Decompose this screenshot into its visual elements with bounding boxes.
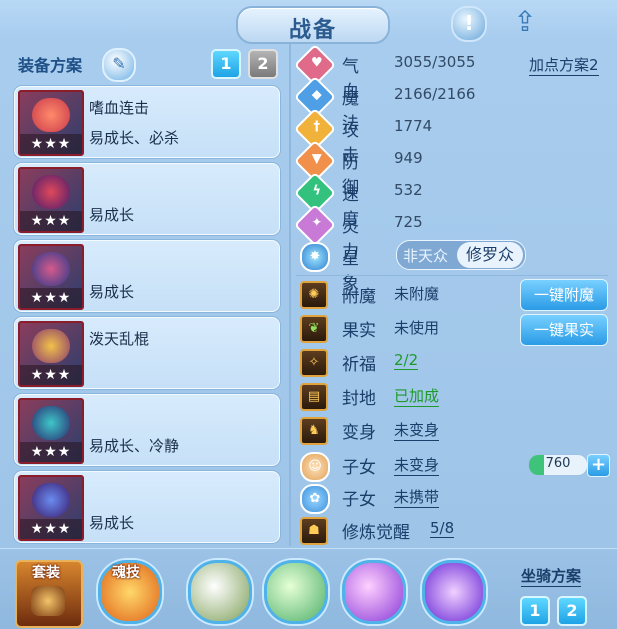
transform-icon: ♞ (300, 417, 328, 445)
equipment-card-4[interactable]: ★★★ 泼天乱棍 (14, 317, 280, 389)
stat-value: 3055/3055 (394, 53, 476, 71)
option-feitian[interactable]: 非天众 (403, 245, 448, 266)
child-icon: ☺ (300, 452, 330, 482)
skill-slot-3-icon[interactable] (342, 560, 406, 624)
exclamation-icon[interactable]: ! (451, 6, 487, 42)
mount-scheme-label[interactable]: 坐骑方案 (521, 565, 582, 587)
equipment-thumb: ★★★ (18, 244, 84, 310)
equipment-scheme-2-button[interactable]: 2 (248, 49, 278, 79)
fruit-icon: ❦ (300, 315, 328, 343)
skill-slot-4-icon[interactable] (422, 560, 486, 624)
feature-label: 祈福 (342, 355, 376, 375)
necklace-art-icon (32, 329, 70, 363)
equipment-thumb: ★★★ (18, 90, 84, 156)
soul-skill-label: 魂技 (112, 565, 140, 581)
equipment-thumb: ★★★ (18, 475, 84, 541)
column-divider (289, 44, 291, 546)
equipment-card-1[interactable]: ★★★ 嗜血连击 易成长、必杀 (14, 86, 280, 158)
enchant-icon: ✺ (300, 281, 328, 309)
option-xiuluo[interactable]: 修罗众 (457, 242, 523, 268)
counter-value: 760 (545, 456, 571, 471)
page-title: 战备 (288, 18, 337, 43)
feature-value[interactable]: 2/2 (394, 351, 419, 370)
battle-prep-panel: 战备 ! ⇪ 装备方案 ✎ 1 2 ★★★ 嗜血连击 易成长、必杀 ★★★ 易成… (0, 0, 617, 629)
feature-label: 封地 (342, 389, 376, 409)
suit-label: 套装 (32, 565, 60, 581)
stat-value: 532 (394, 181, 423, 199)
star-rating: ★★★ (20, 365, 82, 385)
equipment-thumb: ★★★ (18, 398, 84, 464)
star-rating: ★★★ (20, 288, 82, 308)
mount-scheme-2-button[interactable]: 2 (557, 596, 587, 626)
feature-value[interactable]: 未变身 (394, 454, 440, 476)
equipment-thumb: ★★★ (18, 167, 84, 233)
cultivation-icon: ☗ (300, 517, 328, 545)
feature-value[interactable]: 未变身 (394, 419, 440, 441)
fief-icon: ▤ (300, 383, 328, 411)
add-button[interactable]: + (587, 454, 610, 477)
star-rating: ★★★ (20, 211, 82, 231)
skill-slot-1-icon[interactable] (188, 560, 252, 624)
equipment-traits: 易成长、冷静 (89, 437, 180, 455)
one-click-fruit-button[interactable]: 一键果实 (520, 314, 608, 346)
feature-value[interactable]: 已加成 (394, 385, 440, 407)
feature-label: 附魔 (342, 287, 376, 307)
spirit-icon: ✦ (293, 203, 337, 247)
feature-label: 果实 (342, 321, 376, 341)
skill-slot-2-icon[interactable] (264, 560, 328, 624)
feature-value: 未附魔 (394, 285, 440, 303)
blessing-icon: ✧ (300, 349, 328, 377)
star-rating: ★★★ (20, 519, 82, 539)
skill-name: 嗜血连击 (89, 99, 150, 117)
feature-label: 修炼觉醒 (342, 523, 410, 543)
points-scheme-link[interactable]: 加点方案2 (529, 54, 599, 76)
mount-scheme-1-button[interactable]: 1 (520, 596, 550, 626)
equipment-scheme-1-button[interactable]: 1 (211, 49, 241, 79)
paw-icon: ✿ (300, 484, 330, 514)
constellation-icon: ✸ (300, 242, 330, 272)
feature-label: 子女 (342, 490, 376, 510)
stat-value: 725 (394, 213, 423, 231)
share-icon[interactable]: ⇪ (506, 6, 544, 38)
feature-label: 变身 (342, 423, 376, 443)
armor-art-icon (32, 252, 70, 286)
child-counter: 760 (528, 454, 588, 476)
boots-art-icon (32, 483, 70, 517)
section-divider (296, 275, 608, 276)
equipment-scheme-label: 装备方案 (18, 56, 83, 75)
one-click-enchant-button[interactable]: 一键附魔 (520, 279, 608, 311)
treasure-icon (31, 586, 65, 616)
weapon-art-icon (32, 175, 70, 209)
stat-value: 2166/2166 (394, 85, 476, 103)
pen-icon[interactable]: ✎ (102, 48, 136, 82)
weapon-art-icon (32, 98, 70, 132)
equipment-traits: 易成长 (89, 514, 135, 532)
equipment-card-6[interactable]: ★★★ 易成长 (14, 471, 280, 543)
feature-label: 子女 (342, 458, 376, 478)
belt-art-icon (32, 406, 70, 440)
equipment-card-2[interactable]: ★★★ 易成长 (14, 163, 280, 235)
equipment-traits: 易成长 (89, 206, 135, 224)
skill-name: 泼天乱棍 (89, 330, 150, 348)
equipment-card-5[interactable]: ★★★ 易成长、冷静 (14, 394, 280, 466)
star-rating: ★★★ (20, 134, 82, 154)
equipment-traits: 易成长 (89, 283, 135, 301)
constellation-toggle[interactable]: 非天众 修罗众 (396, 240, 526, 270)
equipment-traits: 易成长、必杀 (89, 129, 180, 147)
equipment-card-3[interactable]: ★★★ 易成长 (14, 240, 280, 312)
stat-value: 1774 (394, 117, 433, 135)
stat-value: 949 (394, 149, 423, 167)
feature-value[interactable]: 未携带 (394, 486, 440, 508)
feature-value: 未使用 (394, 319, 440, 337)
equipment-thumb: ★★★ (18, 321, 84, 387)
title-plaque: 战备 (236, 6, 390, 44)
star-rating: ★★★ (20, 442, 82, 462)
feature-value[interactable]: 5/8 (430, 519, 455, 538)
